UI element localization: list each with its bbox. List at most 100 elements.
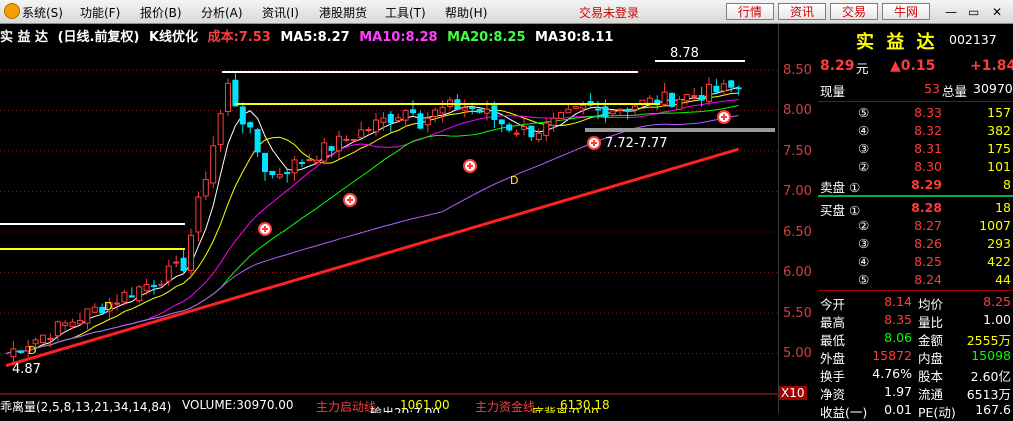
quote-row[interactable]: ⑤ 8.24 44 <box>818 272 1013 290</box>
chart-title-bar: 实 益 达 (日线.前复权) K线优化 成本:7.53 MA5:8.27 MA1… <box>0 26 618 45</box>
quote-row[interactable]: 净资 1.97 流通 6513万 <box>818 384 1013 402</box>
candle-body <box>343 138 350 141</box>
bid-level: ② <box>858 218 870 233</box>
d-mark: D <box>28 344 37 357</box>
candle-body <box>402 109 409 121</box>
candle-body <box>469 107 476 110</box>
stat-label: 今开 <box>820 297 846 312</box>
menu-tools[interactable]: 工具(T) <box>385 4 426 21</box>
candle-body <box>239 106 246 125</box>
candle-body <box>410 109 416 114</box>
range-annotation: 7.72-7.77 <box>605 136 668 151</box>
tab-niuwang-button[interactable]: 牛网 <box>882 3 930 20</box>
candle-body <box>217 113 224 146</box>
quote-row[interactable]: 换手 4.76% 股本 2.60亿 <box>818 366 1013 384</box>
stat-label: 均价 <box>918 297 944 312</box>
quote-stock-code: 002137 <box>949 32 997 47</box>
quote-row[interactable]: ⑤ 8.33 157 <box>818 105 1013 123</box>
ask-level: ② <box>858 159 870 174</box>
stat-value: 167.6 <box>975 402 1011 417</box>
candle-body <box>210 145 217 184</box>
ma10-label: MA10:8.28 <box>359 30 438 45</box>
stat-label: 内盘 <box>918 351 944 366</box>
candle-body <box>720 83 727 92</box>
kline-chart[interactable] <box>0 24 778 413</box>
candle-body <box>735 87 742 90</box>
close-icon[interactable]: ✕ <box>992 5 1002 19</box>
ask-level: 卖盘 ① <box>820 180 861 195</box>
candle-body <box>40 334 46 344</box>
quote-row[interactable]: 收益(一) 0.01 PE(动) 167.6 <box>818 402 1013 420</box>
candle-body <box>558 112 564 119</box>
menu-analysis[interactable]: 分析(A) <box>201 4 243 21</box>
stat-value: 6513万 <box>966 387 1011 402</box>
quote-row[interactable]: 买盘 ① 8.28 18 <box>818 200 1013 218</box>
candle-body <box>683 94 690 102</box>
menu-function[interactable]: 功能(F) <box>80 4 120 21</box>
menu-help[interactable]: 帮助(H) <box>445 4 487 21</box>
candle-body <box>284 171 291 175</box>
candle-body <box>535 132 542 140</box>
quote-row[interactable]: ② 8.30 101 <box>818 159 1013 177</box>
trade-status: 交易未登录 <box>579 6 640 20</box>
bid-price: 8.26 <box>914 236 942 251</box>
zongliang-value: 30970 <box>973 81 1013 96</box>
quote-row[interactable]: ② 8.27 1007 <box>818 218 1013 236</box>
candle-body <box>476 108 483 113</box>
bid-volume: 18 <box>995 200 1011 215</box>
period-label: (日线.前复权) <box>57 30 140 45</box>
stat-label: 外盘 <box>820 351 846 366</box>
minimize-icon[interactable]: — <box>945 5 957 19</box>
candle-body <box>424 117 431 126</box>
quote-row[interactable]: ④ 8.32 382 <box>818 123 1013 141</box>
candle-body <box>254 129 261 153</box>
quote-row[interactable]: 卖盘 ① 8.29 8 <box>818 177 1013 195</box>
candle-body <box>306 159 313 162</box>
candle-body <box>698 95 705 101</box>
candle-body <box>299 162 305 165</box>
menu-hk-futures[interactable]: 港股期货 <box>319 4 367 21</box>
quote-row[interactable]: 最低 8.06 金额 2555万 <box>818 330 1013 348</box>
ask-price: 8.33 <box>914 105 942 120</box>
quote-row[interactable]: 外盘 15872 内盘 15098 <box>818 348 1013 366</box>
tab-trade-button[interactable]: 交易 <box>830 3 878 20</box>
candle-body <box>158 283 165 287</box>
quote-row[interactable]: 最高 8.35 量比 1.00 <box>818 312 1013 330</box>
candle-body <box>595 108 601 111</box>
candle-body <box>565 108 572 114</box>
candle-body <box>91 306 98 313</box>
stat-label: 股本 <box>918 369 944 384</box>
xianliang-value: 53 <box>924 81 940 96</box>
candle-body <box>195 196 202 233</box>
candle-body <box>676 98 683 110</box>
stat-label: 量比 <box>918 315 944 330</box>
stat-label: PE(动) <box>918 405 956 420</box>
candle-body <box>365 129 372 132</box>
bid-volume: 44 <box>995 272 1011 287</box>
stat-value: 2.60亿 <box>970 369 1011 384</box>
quote-row[interactable]: ③ 8.26 293 <box>818 236 1013 254</box>
stat-value: 8.25 <box>983 294 1011 309</box>
quote-row[interactable]: ④ 8.25 422 <box>818 254 1013 272</box>
ma30-label: MA30:8.11 <box>535 30 614 45</box>
menu-system[interactable]: 系统(S) <box>22 4 63 21</box>
menu-info[interactable]: 资讯(I) <box>262 4 299 21</box>
candle-body <box>180 257 187 272</box>
ask-price: 8.29 <box>911 177 942 192</box>
bid-level: ⑤ <box>858 272 870 287</box>
candle-body <box>143 283 150 292</box>
candle-body <box>439 106 446 114</box>
candle-body <box>713 85 720 93</box>
tab-info-button[interactable]: 资讯 <box>778 3 826 20</box>
tab-market-button[interactable]: 行情 <box>726 3 774 20</box>
app-logo-icon[interactable] <box>4 3 20 19</box>
candle-body <box>609 110 616 115</box>
quote-row[interactable]: ③ 8.31 175 <box>818 141 1013 159</box>
bid-level: ③ <box>858 236 870 251</box>
restore-icon[interactable]: ▭ <box>968 5 979 19</box>
candle-body <box>128 295 135 298</box>
menu-quote[interactable]: 报价(B) <box>140 4 182 21</box>
stock-name-label: 实 益 达 <box>0 30 49 45</box>
indicator-title: 乖离量(2,5,8,13,21,34,14,84) <box>0 400 172 413</box>
quote-row[interactable]: 今开 8.14 均价 8.25 <box>818 294 1013 312</box>
